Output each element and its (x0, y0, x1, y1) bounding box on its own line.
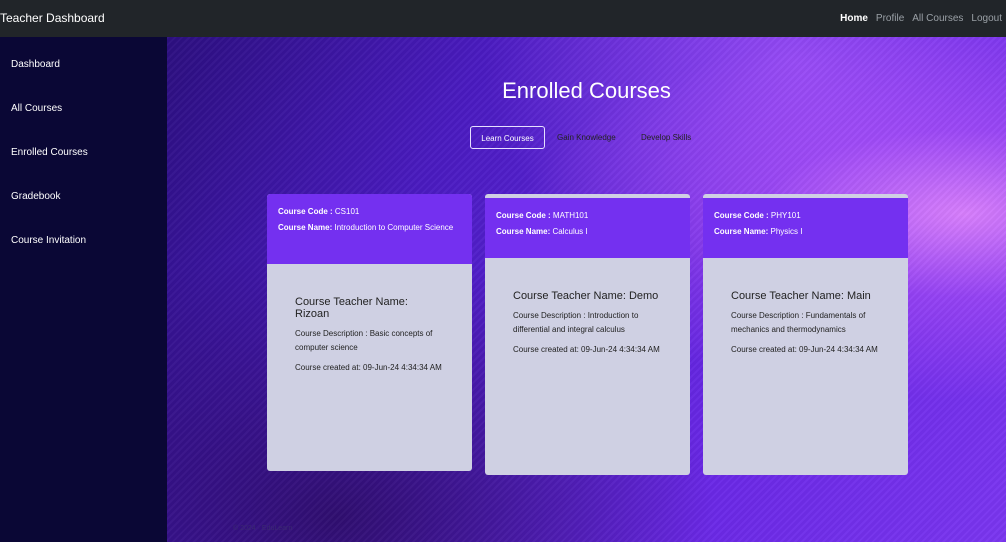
tab-gain-knowledge[interactable]: Gain Knowledge (557, 126, 616, 149)
nav-profile[interactable]: Profile (876, 13, 904, 24)
course-description: Course Description : Basic concepts of c… (295, 329, 433, 352)
course-name-label: Course Name: (278, 223, 333, 232)
tab-learn-courses[interactable]: Learn Courses (470, 126, 545, 149)
nav-logout[interactable]: Logout (971, 13, 1002, 24)
nav-links: Home Profile All Courses Logout (840, 13, 1002, 24)
course-created: Course created at: 09-Jun-24 4:34:34 AM (731, 345, 878, 354)
brand-title[interactable]: Teacher Dashboard (0, 11, 105, 25)
course-card-body: Course Teacher Name: Demo Course Descrip… (485, 258, 690, 354)
course-name: Physics I (770, 227, 803, 236)
course-name: Introduction to Computer Science (334, 223, 454, 232)
course-name: Calculus I (552, 227, 588, 236)
course-code-label: Course Code : (278, 207, 333, 216)
sidebar-item-all-courses[interactable]: All Courses (11, 103, 62, 114)
course-code: PHY101 (770, 211, 801, 220)
course-description: Course Description : Introduction to dif… (513, 311, 639, 334)
course-card-header: Course Code : CS101 Course Name: Introdu… (267, 194, 472, 264)
course-card-header: Course Code : MATH101 Course Name: Calcu… (485, 198, 690, 258)
tab-develop-skills[interactable]: Develop Skills (641, 126, 691, 149)
course-card-math101[interactable]: Course Code : MATH101 Course Name: Calcu… (485, 194, 690, 475)
nav-all-courses[interactable]: All Courses (912, 13, 963, 24)
course-created: Course created at: 09-Jun-24 4:34:34 AM (513, 345, 660, 354)
course-card-phy101[interactable]: Course Code : PHY101 Course Name: Physic… (703, 194, 908, 475)
course-code-label: Course Code : (714, 211, 769, 220)
course-teacher: Course Teacher Name: Rizoan (295, 296, 408, 320)
course-code: MATH101 (552, 211, 589, 220)
course-card-cs101[interactable]: Course Code : CS101 Course Name: Introdu… (267, 194, 472, 471)
course-name-label: Course Name: (496, 227, 551, 236)
footer-text: © 2024 · EduLearn (233, 525, 293, 532)
page-title: Enrolled Courses (502, 78, 671, 103)
course-created: Course created at: 09-Jun-24 4:34:34 AM (295, 363, 442, 372)
course-code-label: Course Code : (496, 211, 551, 220)
course-card-header: Course Code : PHY101 Course Name: Physic… (703, 198, 908, 258)
nav-home[interactable]: Home (840, 13, 868, 24)
course-teacher: Course Teacher Name: Main (731, 290, 871, 302)
course-card-body: Course Teacher Name: Main Course Descrip… (703, 258, 908, 354)
course-teacher: Course Teacher Name: Demo (513, 290, 659, 302)
course-name-label: Course Name: (714, 227, 769, 236)
navbar: Teacher Dashboard Home Profile All Cours… (0, 0, 1006, 37)
sidebar-item-gradebook[interactable]: Gradebook (11, 191, 60, 202)
course-card-body: Course Teacher Name: Rizoan Course Descr… (267, 264, 472, 372)
main-content: Enrolled Courses Learn Courses Gain Know… (167, 37, 1006, 542)
sidebar-item-enrolled-courses[interactable]: Enrolled Courses (11, 147, 88, 158)
sidebar-item-dashboard[interactable]: Dashboard (11, 59, 60, 70)
course-code: CS101 (334, 207, 360, 216)
sidebar: Dashboard All Courses Enrolled Courses G… (0, 37, 167, 542)
course-description: Course Description : Fundamentals of mec… (731, 311, 866, 334)
sidebar-item-course-invitation[interactable]: Course Invitation (11, 235, 86, 246)
